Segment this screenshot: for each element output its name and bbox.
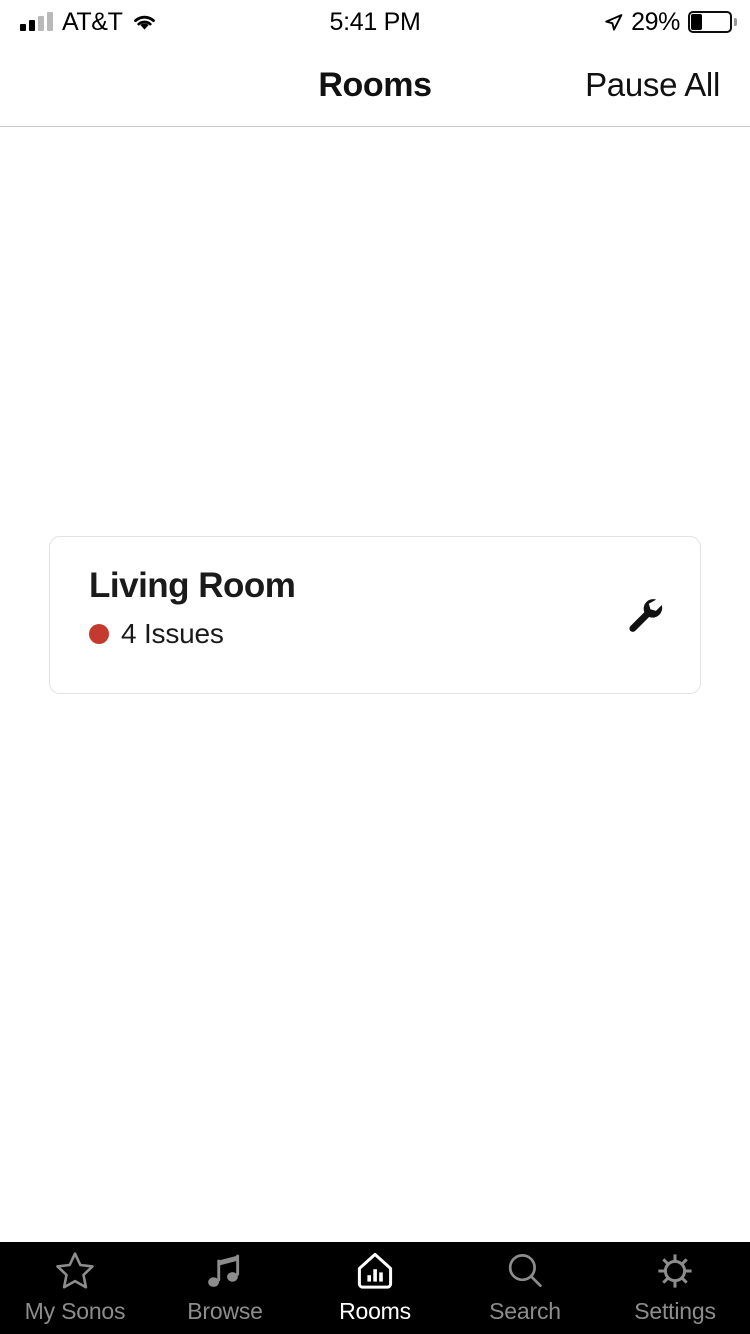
room-issues-label: 4 Issues [121, 618, 224, 649]
music-note-icon [202, 1248, 248, 1294]
app-root: AT&T 5:41 PM 29% Rooms Pause All Living … [0, 0, 750, 1334]
wrench-icon [622, 593, 666, 637]
status-bar: AT&T 5:41 PM 29% [0, 0, 750, 44]
tab-search[interactable]: Search [450, 1242, 600, 1334]
location-arrow-icon [604, 13, 623, 32]
battery-icon [688, 11, 737, 33]
status-bar-right: 29% [604, 0, 737, 44]
room-status: 4 Issues [89, 620, 224, 648]
tab-rooms[interactable]: Rooms [300, 1242, 450, 1334]
navigation-bar: Rooms Pause All [0, 44, 750, 127]
battery-percent-label: 29% [631, 7, 680, 36]
issue-status-dot [89, 624, 109, 644]
search-icon [502, 1248, 548, 1294]
house-bars-icon [352, 1248, 398, 1294]
tab-browse[interactable]: Browse [150, 1242, 300, 1334]
clock-label: 5:41 PM [329, 7, 421, 36]
gear-icon [652, 1248, 698, 1294]
tab-label: Settings [634, 1297, 716, 1324]
room-diagnostics-button[interactable] [616, 587, 672, 643]
pause-all-button[interactable]: Pause All [585, 44, 720, 126]
star-icon [52, 1248, 98, 1294]
room-card-living-room[interactable]: Living Room 4 Issues [49, 536, 701, 694]
tab-label: Browse [187, 1297, 263, 1324]
tab-label: Search [489, 1297, 561, 1324]
tab-label: Rooms [339, 1297, 411, 1324]
rooms-list: Living Room 4 Issues [0, 127, 750, 1242]
tab-bar: My Sonos Browse Rooms Search Settings [0, 1242, 750, 1334]
tab-settings[interactable]: Settings [600, 1242, 750, 1334]
tab-label: My Sonos [24, 1297, 126, 1324]
tab-my-sonos[interactable]: My Sonos [0, 1242, 150, 1334]
room-name-label: Living Room [89, 566, 296, 605]
